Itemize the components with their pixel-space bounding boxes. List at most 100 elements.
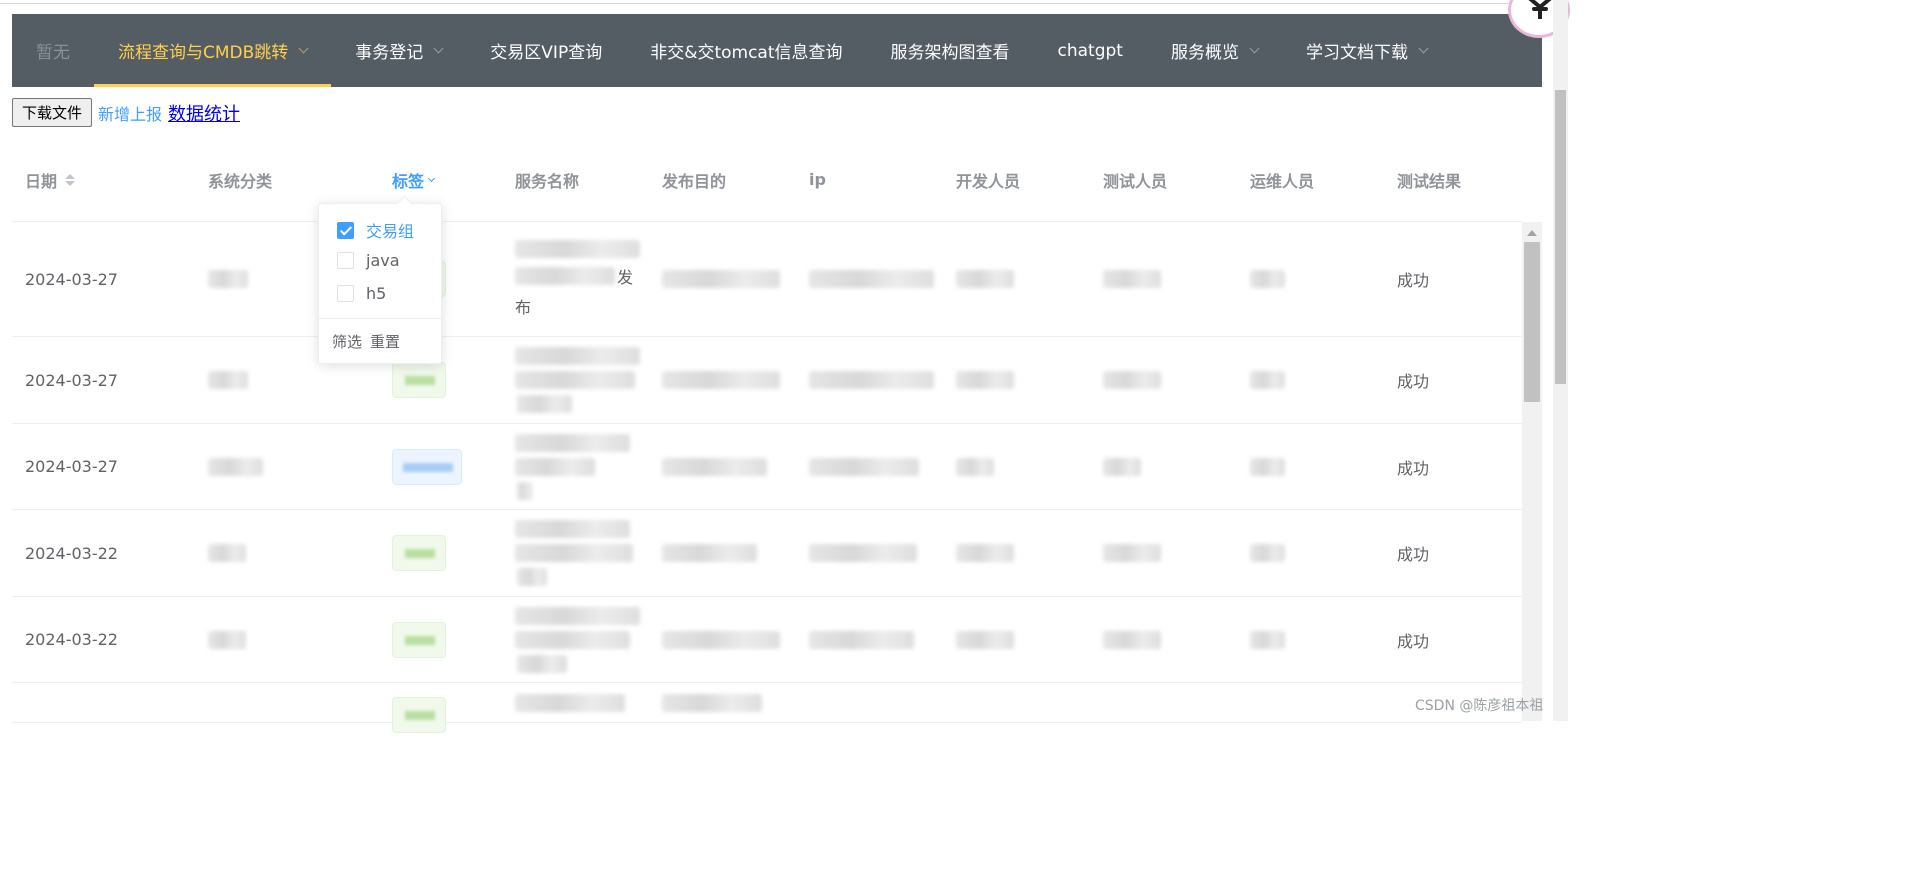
cell-tag (379, 597, 502, 682)
cell-service-name (502, 424, 649, 509)
cell-service-name (502, 597, 649, 682)
scroll-thumb[interactable] (1524, 242, 1540, 402)
redacted-system-category (208, 457, 263, 476)
cell-tag (379, 510, 502, 596)
redacted-ops (1250, 270, 1285, 288)
tag-badge (392, 362, 446, 398)
cell-ip (796, 597, 943, 682)
redacted-service-name (515, 544, 633, 562)
cell-date: 2024-03-27 (25, 457, 118, 476)
redacted-developer (956, 630, 1014, 649)
checkbox[interactable] (337, 252, 354, 269)
cell-ops (1237, 222, 1384, 336)
nav-item-7[interactable]: 服务概览 (1147, 14, 1282, 87)
redacted-system-category (208, 270, 248, 288)
redacted-service-name (515, 267, 615, 285)
checkbox[interactable] (337, 221, 354, 239)
redacted-ip (809, 630, 914, 649)
cell-ops (1237, 510, 1384, 596)
cell-tester (1090, 222, 1237, 336)
redacted-service-name (515, 371, 635, 389)
redacted-service-name (515, 457, 595, 476)
cell-ip (796, 222, 943, 336)
cell-developer (943, 337, 1090, 423)
column-header-service-name: 服务名称 (515, 171, 580, 191)
watermark: CSDN @陈彦祖本祖 (1415, 698, 1544, 714)
table-row[interactable]: 2024-03-22 成功 (12, 510, 1522, 597)
cell-ops (1237, 424, 1384, 509)
redacted-tester (1103, 630, 1161, 649)
column-header-tester: 测试人员 (1103, 171, 1168, 191)
cell-system-category (195, 597, 379, 682)
chevron-down-icon (1249, 43, 1260, 53)
table-row[interactable] (12, 683, 1522, 733)
redacted-release-purpose (662, 630, 780, 649)
page-scrollbar[interactable] (1553, 0, 1568, 721)
chevron-down-icon (298, 43, 309, 53)
redacted-ip (809, 544, 917, 562)
redacted-tester (1103, 371, 1161, 389)
cell-tester (1090, 510, 1237, 596)
cell-developer (943, 222, 1090, 336)
cell-service-name: 发布 (502, 222, 649, 336)
redacted-tester (1103, 270, 1161, 288)
nav-item-2[interactable]: 事务登记 (331, 14, 466, 87)
chevron-down-icon (1418, 43, 1429, 53)
filter-option-2[interactable]: h5 (337, 284, 386, 303)
page-scroll-thumb[interactable] (1555, 90, 1566, 384)
chevron-down-icon (433, 43, 444, 53)
redacted-service-name (517, 654, 567, 673)
cell-ip (796, 510, 943, 596)
redacted-release-purpose (662, 693, 762, 712)
filter-reset-button[interactable]: 重置 (370, 331, 400, 352)
cell-tester (1090, 424, 1237, 509)
cell-test-result: 成功 (1397, 631, 1430, 651)
nav-item-5[interactable]: 服务架构图查看 (867, 14, 1034, 87)
sort-icon[interactable] (65, 173, 76, 186)
download-file-button[interactable]: 下载文件 (12, 98, 93, 127)
checkbox[interactable] (337, 285, 354, 302)
column-header-developer: 开发人员 (956, 171, 1021, 191)
nav-item-3[interactable]: 交易区VIP查询 (466, 14, 626, 87)
cell-tag (379, 424, 502, 509)
table-header: 日期 系统分类 标签 服务名称 发布目的 ip 开发人员 测试人员 运维人员 测… (12, 138, 1522, 222)
table-row[interactable]: 2024-03-27 发布 成功 (12, 222, 1522, 337)
cell-release-purpose (649, 222, 796, 336)
action-row: 下载文件 新增上报 数据统计 (12, 98, 240, 127)
table-row[interactable]: 2024-03-27 成功 (12, 337, 1522, 424)
nav-item-1[interactable]: 流程查询与CMDB跳转 (94, 14, 332, 87)
cell-system-category (195, 683, 379, 722)
data-stats-link[interactable]: 数据统计 (168, 100, 240, 126)
redacted-developer (956, 371, 1014, 389)
tag-badge (392, 448, 462, 485)
cell-ops (1237, 597, 1384, 682)
cell-test-result: 成功 (1397, 458, 1430, 478)
table-scrollbar[interactable] (1522, 222, 1542, 721)
nav-item-4[interactable]: 非交&交tomcat信息查询 (626, 14, 866, 87)
redacted-system-category (208, 371, 248, 389)
filter-dropdown-icon[interactable] (427, 174, 436, 182)
column-header-date[interactable]: 日期 (12, 168, 195, 192)
table-row[interactable]: 2024-03-22 成功 (12, 597, 1522, 683)
redacted-release-purpose (662, 457, 767, 476)
table-row[interactable]: 2024-03-27 成功 (12, 424, 1522, 510)
cell-date: 2024-03-22 (25, 630, 118, 649)
table-body: 2024-03-27 发布成功 2024-03-27 成功 2024-03-27 成功 20… (12, 222, 1522, 733)
column-header-tag[interactable]: 标签 (379, 168, 502, 192)
cell-release-purpose (649, 510, 796, 596)
scroll-up-icon[interactable] (1527, 230, 1537, 236)
column-header-ip: ip (809, 170, 826, 189)
column-header-ops: 运维人员 (1250, 171, 1315, 191)
cell-developer (943, 597, 1090, 682)
nav-item-8[interactable]: 学习文档下载 (1282, 14, 1451, 87)
nav-item-6[interactable]: chatgpt (1034, 14, 1147, 87)
redacted-service-name (515, 240, 640, 258)
filter-confirm-button[interactable]: 筛选 (332, 331, 362, 352)
filter-option-0[interactable]: 交易组 (337, 218, 414, 242)
new-report-link[interactable]: 新增上报 (98, 101, 162, 125)
redacted-service-name (515, 693, 625, 712)
redacted-service-name (517, 395, 572, 413)
filter-option-1[interactable]: java (337, 251, 400, 270)
cell-date (12, 683, 195, 722)
redacted-service-name (517, 481, 532, 500)
